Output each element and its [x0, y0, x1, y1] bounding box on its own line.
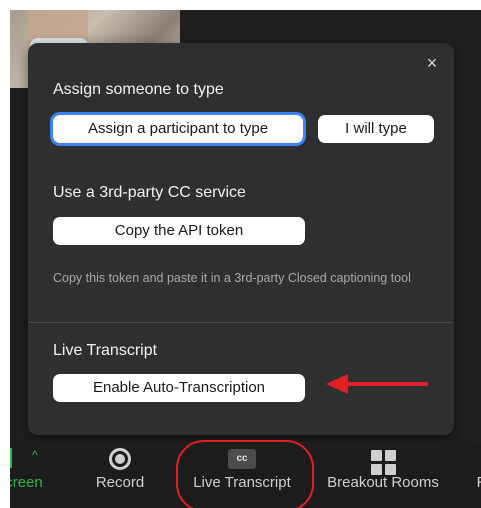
copy-token-helper-text: Copy this token and paste it in a 3rd-pa…	[53, 271, 411, 285]
live-transcript-heading: Live Transcript	[53, 342, 158, 359]
red-oval-annotation	[176, 440, 314, 508]
toolbar-label: creen	[10, 474, 43, 491]
toolbar-item-share-screen[interactable]: ^ creen	[10, 448, 44, 491]
copy-api-token-button[interactable]: Copy the API token	[53, 217, 305, 245]
toolbar-label: Breakout Rooms	[327, 474, 439, 491]
toolbar-item-breakout-rooms[interactable]: Breakout Rooms	[318, 448, 448, 491]
third-party-heading: Use a 3rd-party CC service	[53, 184, 246, 201]
i-will-type-button[interactable]: I will type	[318, 115, 434, 143]
zoom-meeting-window: × Assign someone to type Assign a partic…	[10, 10, 481, 508]
red-arrow-annotation	[326, 374, 428, 394]
grid-icon	[370, 450, 396, 475]
assign-participant-button[interactable]: Assign a participant to type	[53, 115, 303, 143]
toolbar-item-record[interactable]: Record	[80, 448, 160, 491]
close-icon[interactable]: ×	[422, 53, 442, 73]
toolbar-item-reactions[interactable]: R	[472, 448, 481, 491]
assign-heading: Assign someone to type	[53, 81, 224, 98]
enable-auto-transcription-button[interactable]: Enable Auto-Transcription	[53, 374, 305, 402]
record-icon	[109, 448, 131, 470]
share-screen-icon	[10, 448, 12, 468]
section-divider	[28, 322, 454, 323]
toolbar-label: Record	[95, 474, 145, 491]
chevron-up-icon: ^	[32, 448, 38, 462]
toolbar-label: R	[472, 474, 481, 491]
